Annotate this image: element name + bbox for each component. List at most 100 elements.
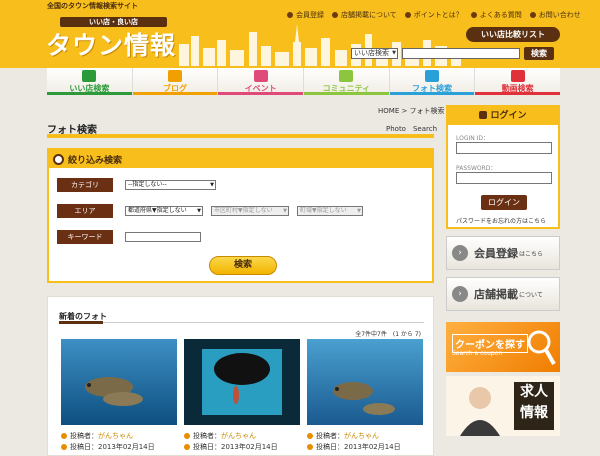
toplink-label: お問い合わせ [538, 11, 581, 19]
bullet-icon [287, 12, 293, 18]
poster-name[interactable]: がんちゃん [344, 432, 379, 440]
area-row: エリア 都道府県▼指定しない 市区町村▼指定しない 町域▼指定しない [57, 204, 371, 218]
shop-listing-button[interactable]: › 店舗掲載 について [446, 277, 560, 311]
listing-label: 店舗掲載 [474, 288, 518, 301]
prefecture-select[interactable]: 都道府県▼指定しない [125, 206, 203, 216]
login-id-label: LOGIN ID： [456, 135, 490, 142]
poster-label: 投稿者： [193, 432, 221, 440]
category-row: カテゴリ --指定しない-- [57, 178, 224, 192]
coupon-banner[interactable]: クーポンを探す Search a coupon [446, 322, 560, 372]
new-photos-panel: 新着のフォト 全7件中7件 (1 から 7) 投稿者：がんちゃん 投稿日：201… [47, 296, 434, 456]
page-title-en: Photo Search [386, 125, 438, 133]
city-skyline-icon [179, 24, 461, 66]
site-header: 全国のタウン情報検索サイト 会員登録 店舗掲載について ポイントとは？ よくある… [0, 0, 600, 68]
job-banner[interactable]: 求人情報 [446, 376, 560, 436]
toplink-listing[interactable]: 店舗掲載について [332, 10, 397, 20]
photo-poster: 投稿者：がんちゃん [184, 431, 256, 441]
poster-name[interactable]: がんちゃん [221, 432, 256, 440]
login-heading: ログイン [490, 111, 527, 121]
login-box: ログイン LOGIN ID： PASSWORD： ログイン パスワードをお忘れの… [446, 105, 560, 229]
category-label: カテゴリ [57, 178, 113, 192]
chat-icon [339, 70, 354, 82]
area-label: エリア [57, 204, 113, 218]
toplink-label: よくある質問 [479, 11, 522, 19]
toplink-faq[interactable]: よくある質問 [470, 10, 522, 20]
toplink-points[interactable]: ポイントとは？ [404, 10, 463, 20]
password-label: PASSWORD： [456, 165, 497, 172]
main-nav: いい店検索 ブログ イベント コミュニティ フォト検索 動画検索 [47, 68, 561, 95]
login-id-input[interactable] [456, 142, 552, 154]
category-select[interactable]: --指定しない-- [125, 180, 216, 190]
keyword-row: キーワード [57, 230, 201, 244]
nav-underline [389, 92, 475, 95]
photo-date: 投稿日：2013年02月14日 [307, 442, 401, 452]
bullet-icon [307, 433, 313, 439]
password-input[interactable] [456, 172, 552, 184]
filter-search-button[interactable]: 検索 [209, 256, 277, 275]
nav-blog[interactable]: ブログ [132, 68, 219, 95]
chevron-right-icon: › [452, 286, 468, 302]
results-count: 全7件中7件 (1 から 7) [355, 331, 421, 338]
person-icon [460, 387, 500, 436]
chevron-right-icon: › [452, 245, 468, 261]
toplink-contact[interactable]: お問い合わせ [529, 10, 581, 20]
listing-sub: について [519, 291, 543, 299]
photo-icon [425, 70, 440, 82]
search-type-select[interactable]: いい店検索 [351, 48, 398, 59]
site-search-input[interactable] [402, 48, 520, 59]
nav-shop-search[interactable]: いい店検索 [47, 68, 133, 95]
poster-label: 投稿者： [70, 432, 98, 440]
city-select[interactable]: 市区町村▼指定しない [211, 206, 289, 216]
toplink-label: ポイントとは？ [413, 11, 463, 19]
photo-poster: 投稿者：がんちゃん [61, 431, 133, 441]
bullet-icon [332, 12, 338, 18]
magnifier-icon [527, 330, 556, 365]
toplink-label: 店舗掲載について [341, 11, 397, 19]
keyword-input[interactable] [125, 232, 201, 242]
blog-icon [168, 70, 182, 82]
town-select[interactable]: 町域▼指定しない [297, 206, 363, 216]
filter-search-header: 絞り込み検索 [49, 150, 432, 168]
nav-underline [47, 92, 132, 95]
nav-photo-search[interactable]: フォト検索 [389, 68, 476, 95]
poster-name[interactable]: がんちゃん [98, 432, 133, 440]
photo-date: 投稿日：2013年02月14日 [61, 442, 155, 452]
forgot-password-link[interactable]: パスワードをお忘れの方はこちら [456, 216, 546, 225]
nav-community[interactable]: コミュニティ [304, 68, 390, 95]
bullet-icon [61, 444, 67, 450]
login-header: ログイン [448, 107, 558, 125]
photo-thumbnail[interactable] [61, 339, 177, 425]
megaphone-icon [253, 70, 268, 82]
toplink-label: 会員登録 [296, 11, 324, 19]
breadcrumb[interactable]: HOME > フォト検索 [378, 106, 445, 116]
bullet-icon [470, 12, 477, 18]
photo-poster: 投稿者：がんちゃん [307, 431, 379, 441]
login-button[interactable]: ログイン [481, 195, 527, 210]
nav-underline [304, 92, 389, 95]
member-register-button[interactable]: › 会員登録 はこちら [446, 236, 560, 270]
poster-label: 投稿者： [316, 432, 344, 440]
toplink-register[interactable]: 会員登録 [287, 10, 324, 20]
photo-date: 投稿日：2013年02月14日 [184, 442, 278, 452]
filter-search-heading: 絞り込み検索 [68, 155, 123, 166]
bullet-icon [529, 12, 536, 18]
bullet-icon [184, 444, 190, 450]
magnifier-icon [53, 153, 64, 165]
keyword-label: キーワード [57, 230, 113, 244]
nav-underline [218, 92, 304, 95]
compare-list-button[interactable]: いい店比較リスト [466, 27, 560, 42]
photo-thumbnail[interactable] [184, 339, 300, 425]
nav-underline [132, 92, 218, 95]
site-logo[interactable]: タウン情報 [46, 26, 176, 62]
new-photos-divider [59, 321, 424, 324]
register-sub: はこちら [519, 250, 544, 258]
nav-video-search[interactable]: 動画検索 [475, 68, 561, 95]
lock-icon [479, 111, 488, 119]
nav-event[interactable]: イベント [218, 68, 305, 95]
register-label: 会員登録 [474, 247, 518, 260]
bullet-icon [404, 12, 411, 18]
nav-underline [475, 92, 561, 95]
title-divider [47, 134, 434, 138]
site-search-button[interactable]: 検索 [524, 47, 554, 60]
photo-thumbnail[interactable] [307, 339, 423, 425]
